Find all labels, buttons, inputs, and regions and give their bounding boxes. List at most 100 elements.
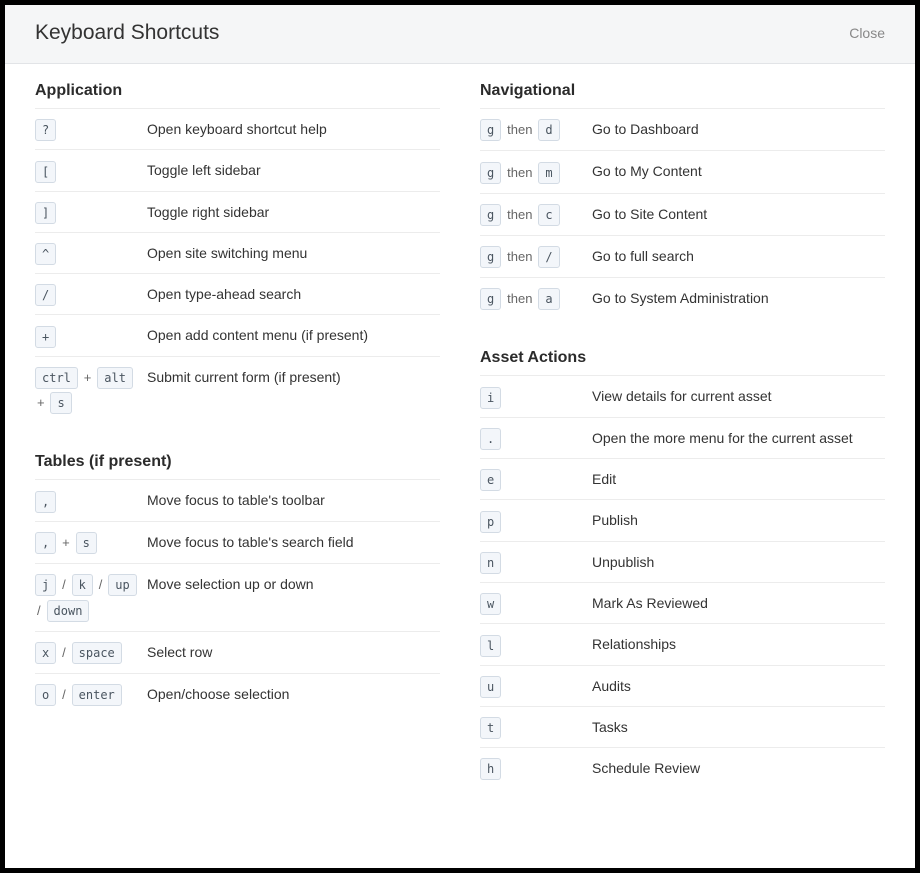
- shortcut-keys: ,: [35, 488, 147, 512]
- shortcut-keys: g then a: [480, 286, 592, 311]
- key-separator: then: [505, 287, 534, 311]
- key: i: [480, 387, 501, 409]
- key: ^: [35, 243, 56, 265]
- key: d: [538, 119, 559, 141]
- shortcut-row: [ Toggle left sidebar: [35, 149, 440, 190]
- key: ,: [35, 491, 56, 513]
- shortcut-description: Toggle left sidebar: [147, 158, 440, 181]
- key: /: [538, 246, 559, 268]
- key: .: [480, 428, 501, 450]
- key-separator: then: [505, 118, 534, 142]
- key: h: [480, 758, 501, 780]
- shortcut-row: o / enter Open/choose selection: [35, 673, 440, 715]
- close-button[interactable]: Close: [849, 25, 885, 41]
- shortcut-keys: ]: [35, 200, 147, 224]
- shortcut-description: Open the more menu for the current asset: [592, 426, 885, 449]
- shortcut-keys: .: [480, 426, 592, 450]
- shortcut-description: Schedule Review: [592, 756, 885, 779]
- key: g: [480, 204, 501, 226]
- shortcut-keys: p: [480, 508, 592, 532]
- shortcut-keys: g then c: [480, 202, 592, 227]
- shortcut-row: u Audits: [480, 665, 885, 706]
- shortcut-description: Edit: [592, 467, 885, 490]
- shortcut-row: e Edit: [480, 458, 885, 499]
- section-title: Tables (if present): [35, 453, 440, 471]
- shortcut-description: Go to Site Content: [592, 202, 885, 225]
- shortcut-row: p Publish: [480, 499, 885, 540]
- left-column: Application ? Open keyboard shortcut hel…: [35, 82, 440, 788]
- key: c: [538, 204, 559, 226]
- shortcut-description: Audits: [592, 674, 885, 697]
- shortcut-row: g then a Go to System Administration: [480, 277, 885, 319]
- shortcut-description: Open keyboard shortcut help: [147, 117, 440, 140]
- shortcut-keys: n: [480, 550, 592, 574]
- section-application: Application ? Open keyboard shortcut hel…: [35, 82, 440, 423]
- key-separator: /: [60, 641, 68, 665]
- shortcut-keys: ctrl + alt + s: [35, 365, 147, 416]
- shortcut-row: g then d Go to Dashboard: [480, 108, 885, 150]
- key: u: [480, 676, 501, 698]
- shortcut-row: l Relationships: [480, 623, 885, 664]
- shortcut-description: Open/choose selection: [147, 682, 440, 705]
- section-tables: Tables (if present) , Move focus to tabl…: [35, 453, 440, 715]
- shortcut-description: Go to full search: [592, 244, 885, 267]
- key-separator: +: [60, 531, 72, 555]
- shortcut-description: Publish: [592, 508, 885, 531]
- shortcut-description: Move focus to table's search field: [147, 530, 440, 553]
- key: g: [480, 288, 501, 310]
- shortcut-row: ctrl + alt + s Submit current form (if p…: [35, 356, 440, 424]
- section-title: Asset Actions: [480, 349, 885, 367]
- key: ,: [35, 532, 56, 554]
- shortcut-keys: h: [480, 756, 592, 780]
- shortcut-row: g then m Go to My Content: [480, 150, 885, 192]
- key: s: [76, 532, 97, 554]
- key-separator: +: [35, 391, 47, 415]
- key: ]: [35, 202, 56, 224]
- key: n: [480, 552, 501, 574]
- shortcut-description: Open add content menu (if present): [147, 323, 440, 346]
- shortcut-row: h Schedule Review: [480, 747, 885, 788]
- right-column: Navigational g then d Go to Dashboardg t…: [480, 82, 885, 788]
- shortcut-row: n Unpublish: [480, 541, 885, 582]
- key-separator: then: [505, 245, 534, 269]
- key-separator: /: [97, 573, 105, 597]
- shortcut-row: + Open add content menu (if present): [35, 314, 440, 355]
- key: a: [538, 288, 559, 310]
- shortcut-keys: o / enter: [35, 682, 147, 707]
- shortcut-description: Open type-ahead search: [147, 282, 440, 305]
- shortcut-row: . Open the more menu for the current ass…: [480, 417, 885, 458]
- section-navigational: Navigational g then d Go to Dashboardg t…: [480, 82, 885, 319]
- section-asset-actions: Asset Actions i View details for current…: [480, 349, 885, 788]
- key: up: [108, 574, 136, 596]
- key: p: [480, 511, 501, 533]
- section-title: Navigational: [480, 82, 885, 100]
- shortcut-row: g then c Go to Site Content: [480, 193, 885, 235]
- shortcut-row: g then / Go to full search: [480, 235, 885, 277]
- shortcut-row: j / k / up / down Move selection up or d…: [35, 563, 440, 631]
- key-separator: /: [35, 599, 43, 623]
- shortcut-row: , + s Move focus to table's search field: [35, 521, 440, 563]
- dialog-title: Keyboard Shortcuts: [35, 21, 219, 45]
- shortcut-description: Unpublish: [592, 550, 885, 573]
- key-separator: then: [505, 203, 534, 227]
- shortcut-row: i View details for current asset: [480, 375, 885, 416]
- shortcut-row: ] Toggle right sidebar: [35, 191, 440, 232]
- key: o: [35, 684, 56, 706]
- key: +: [35, 326, 56, 348]
- key: space: [72, 642, 122, 664]
- key-separator: /: [60, 683, 68, 707]
- shortcut-keys: ?: [35, 117, 147, 141]
- shortcut-keys: u: [480, 674, 592, 698]
- shortcut-keys: x / space: [35, 640, 147, 665]
- key: g: [480, 119, 501, 141]
- shortcut-description: Go to System Administration: [592, 286, 885, 309]
- shortcut-description: Toggle right sidebar: [147, 200, 440, 223]
- shortcut-keys: , + s: [35, 530, 147, 555]
- shortcut-description: Go to Dashboard: [592, 117, 885, 140]
- shortcut-description: Mark As Reviewed: [592, 591, 885, 614]
- key: alt: [97, 367, 133, 389]
- shortcut-keys: g then m: [480, 159, 592, 184]
- key: w: [480, 593, 501, 615]
- shortcut-row: ^ Open site switching menu: [35, 232, 440, 273]
- shortcut-keys: i: [480, 384, 592, 408]
